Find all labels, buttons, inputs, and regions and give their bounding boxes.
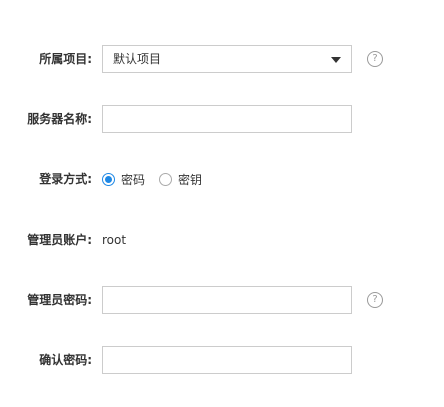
- server-name-field-box: [102, 105, 352, 133]
- login-method-radio-group: 密码 密钥: [102, 165, 216, 193]
- login-method-key-radio[interactable]: 密钥: [159, 171, 202, 188]
- radio-unchecked-icon[interactable]: [159, 172, 173, 186]
- question-icon[interactable]: ?: [367, 51, 383, 67]
- login-method-password-label: 密码: [121, 172, 146, 187]
- project-row: 所属项目: 默认项目 ?: [0, 45, 444, 73]
- server-name-row: 服务器名称:: [0, 105, 444, 133]
- project-select-value: 默认项目: [113, 52, 162, 66]
- chevron-down-icon: [331, 57, 341, 63]
- login-method-row: 登录方式: 密码 密钥: [0, 165, 444, 193]
- confirm-password-field-box: [102, 346, 352, 374]
- question-icon[interactable]: ?: [367, 292, 383, 308]
- radio-checked-icon[interactable]: [102, 172, 115, 186]
- project-select[interactable]: 默认项目: [102, 45, 352, 73]
- admin-account-label: 管理员账户:: [27, 233, 92, 247]
- admin-account-row: 管理员账户: root: [0, 226, 444, 254]
- confirm-password-row: 确认密码:: [0, 346, 444, 374]
- admin-password-input[interactable]: [103, 287, 351, 313]
- admin-account-value: root: [102, 233, 127, 247]
- admin-password-field-box: [102, 286, 352, 314]
- server-name-label: 服务器名称:: [27, 112, 92, 126]
- admin-password-row: 管理员密码: ?: [0, 286, 444, 314]
- project-label: 所属项目:: [39, 52, 92, 66]
- login-method-password-radio[interactable]: 密码: [102, 171, 145, 188]
- login-method-label: 登录方式:: [39, 172, 92, 186]
- server-name-input[interactable]: [103, 106, 351, 132]
- confirm-password-input[interactable]: [103, 347, 351, 373]
- admin-password-label: 管理员密码:: [27, 293, 92, 307]
- login-method-key-label: 密钥: [178, 172, 203, 187]
- confirm-password-label: 确认密码:: [39, 353, 92, 367]
- server-config-form: 所属项目: 默认项目 ? 服务器名称: 登录方式: 密码 密钥 管理员账户: r…: [0, 0, 444, 407]
